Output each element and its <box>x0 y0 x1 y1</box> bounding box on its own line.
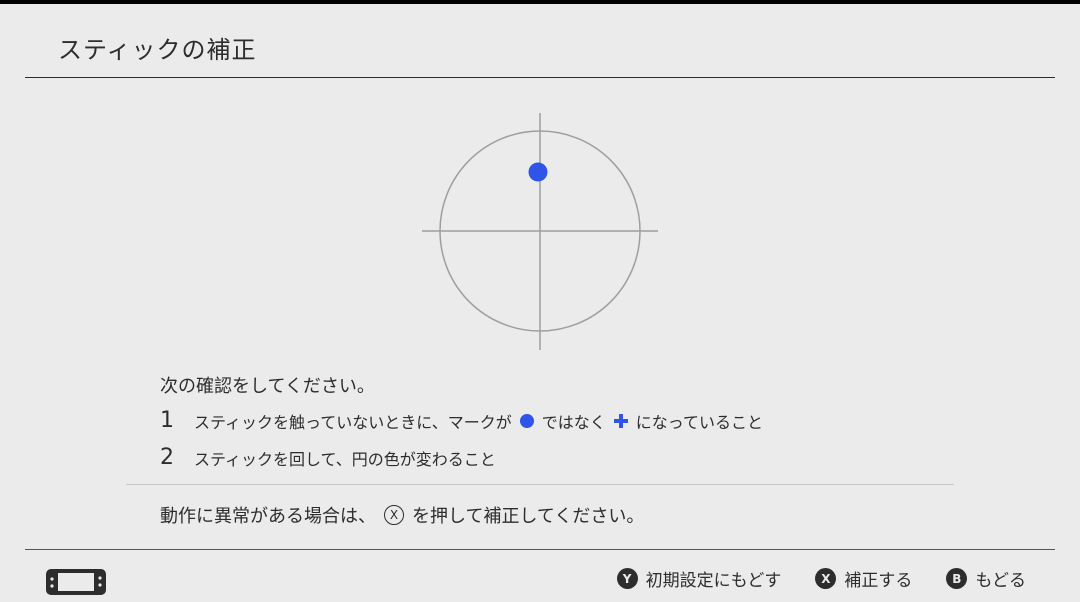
step-text-before: スティックを触っていないときに、マークが <box>194 412 512 432</box>
step-text-middle: ではなく <box>541 412 606 432</box>
action-label: 初期設定にもどす <box>645 571 782 591</box>
step-text: スティックを触っていないときに、マークが ではなく になっていること <box>194 409 763 433</box>
top-border <box>0 0 1080 4</box>
footer-actions: Y 初期設定にもどす X 補正する B もどる <box>616 566 1026 591</box>
reset-default-button[interactable]: Y 初期設定にもどす <box>616 566 782 591</box>
action-label: 補正する <box>844 571 913 591</box>
stick-diagram <box>422 113 658 350</box>
page-title: スティックの補正 <box>58 36 257 64</box>
x-button-icon: X <box>815 568 837 589</box>
footer-divider <box>25 549 1055 550</box>
stick-calibration-display <box>420 110 660 354</box>
notice-divider <box>126 484 954 485</box>
header-divider <box>25 77 1055 78</box>
y-button-icon: Y <box>616 568 638 589</box>
step-text-after: になっていること <box>635 412 763 432</box>
action-label: もどる <box>975 571 1026 591</box>
blue-dot-icon <box>519 413 534 428</box>
back-button[interactable]: B もどる <box>946 566 1026 591</box>
notice-text-after: を押して補正してください。 <box>412 506 645 527</box>
instructions-heading: 次の確認をしてください。 <box>160 376 375 397</box>
x-button-icon: X <box>384 505 404 525</box>
instruction-step-1: 1 スティックを触っていないときに、マークが ではなく になっていること <box>160 408 763 433</box>
b-button-icon: B <box>946 568 968 589</box>
step-number: 1 <box>160 408 174 433</box>
instruction-step-2: 2 スティックを回して、円の色が変わること <box>160 445 496 470</box>
blue-plus-icon <box>613 413 628 428</box>
step-text: スティックを回して、円の色が変わること <box>194 449 496 469</box>
stick-position-marker <box>528 162 548 182</box>
step-number: 2 <box>160 445 174 470</box>
handheld-console-icon <box>46 569 106 599</box>
calibrate-button[interactable]: X 補正する <box>815 566 912 591</box>
calibration-notice: 動作に異常がある場合は、 X を押して補正してください。 <box>160 502 644 528</box>
notice-text-before: 動作に異常がある場合は、 <box>160 506 376 527</box>
